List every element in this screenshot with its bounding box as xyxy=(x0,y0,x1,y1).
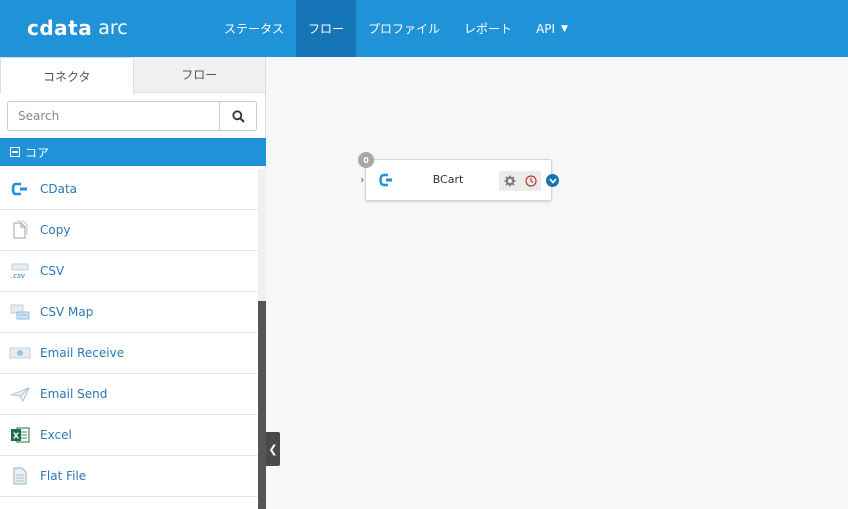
list-item[interactable]: CSV Map xyxy=(0,292,258,333)
nav-status[interactable]: ステータス xyxy=(212,0,296,57)
expand-output-button[interactable] xyxy=(546,174,559,187)
nav-profile-label: プロファイル xyxy=(368,22,441,36)
node-actions xyxy=(499,171,541,191)
cdata-icon xyxy=(379,172,393,191)
nav-report-label: レポート xyxy=(464,22,513,36)
excel-icon: X xyxy=(9,424,31,446)
search-icon xyxy=(231,109,245,123)
clock-icon[interactable] xyxy=(524,172,537,191)
nav-status-label: ステータス xyxy=(224,22,285,36)
collapse-sidebar-button[interactable]: ❮ xyxy=(266,432,280,466)
list-item[interactable]: Email Send xyxy=(0,374,258,415)
nav-report[interactable]: レポート xyxy=(452,0,524,57)
flat-file-icon xyxy=(9,465,31,487)
csv-map-icon xyxy=(9,301,31,323)
svg-text:.csv: .csv xyxy=(11,272,26,280)
nav-api-label: API xyxy=(536,21,556,36)
app-logo[interactable]: cdata arc xyxy=(27,15,128,41)
chevron-down-icon xyxy=(548,177,557,184)
copy-icon xyxy=(9,219,31,241)
nav-flow-label: フロー xyxy=(308,22,345,36)
cdata-icon xyxy=(9,178,31,200)
search-box xyxy=(7,101,257,131)
list-item-label: Email Receive xyxy=(40,346,125,360)
list-item[interactable]: Copy xyxy=(0,210,258,251)
chevron-left-icon: ❮ xyxy=(268,442,278,456)
connector-list: CData Copy .csv CSV CSV Map Email Receiv… xyxy=(0,169,258,497)
section-core[interactable]: コア xyxy=(0,138,266,166)
tab-flows[interactable]: フロー xyxy=(134,57,266,92)
search-button[interactable] xyxy=(219,102,256,130)
node-count-badge: 0 xyxy=(358,152,374,168)
caret-down-icon: ▼ xyxy=(561,23,568,34)
csv-icon: .csv xyxy=(9,260,31,282)
list-item-label: Email Send xyxy=(40,387,108,401)
connector-sidebar: コネクタ フロー コア CData Copy xyxy=(0,57,266,509)
list-item[interactable]: Email Receive xyxy=(0,333,258,374)
tab-connectors-label: コネクタ xyxy=(42,69,91,84)
list-item-label: Flat File xyxy=(40,469,87,483)
tab-connectors[interactable]: コネクタ xyxy=(0,57,134,94)
node-label: BCart xyxy=(432,173,464,186)
list-item-label: Copy xyxy=(40,223,71,237)
list-item-label: CSV Map xyxy=(40,305,94,319)
nav-profile[interactable]: プロファイル xyxy=(356,0,452,57)
gear-icon[interactable] xyxy=(504,172,516,191)
main-nav: ステータス フロー プロファイル レポート API ▼ xyxy=(212,0,580,57)
search-input[interactable] xyxy=(8,102,219,130)
list-item-label: Excel xyxy=(40,428,72,442)
sidebar-tabs: コネクタ フロー xyxy=(0,57,266,94)
svg-text:X: X xyxy=(13,432,20,441)
list-item[interactable]: Flat File xyxy=(0,456,258,497)
tab-flows-label: フロー xyxy=(181,68,218,82)
list-item[interactable]: X Excel xyxy=(0,415,258,456)
scrollbar-thumb[interactable] xyxy=(258,301,266,509)
product-name: arc xyxy=(98,17,128,39)
nav-api[interactable]: API ▼ xyxy=(524,0,580,57)
list-item[interactable]: CData xyxy=(0,169,258,210)
brand-name: cdata xyxy=(27,16,93,40)
list-item-label: CData xyxy=(40,182,78,196)
list-item[interactable]: .csv CSV xyxy=(0,251,258,292)
chevron-right-icon[interactable]: › xyxy=(360,173,364,186)
nav-flow[interactable]: フロー xyxy=(296,0,357,57)
email-receive-icon xyxy=(9,342,31,364)
flow-node-bcart[interactable]: 0 › BCart xyxy=(358,152,559,201)
email-send-icon xyxy=(9,383,31,405)
top-header: cdata arc ステータス フロー プロファイル レポート API ▼ xyxy=(0,0,848,57)
collapse-box-icon xyxy=(10,147,20,157)
list-item-label: CSV xyxy=(40,264,65,278)
section-core-label: コア xyxy=(25,145,50,160)
